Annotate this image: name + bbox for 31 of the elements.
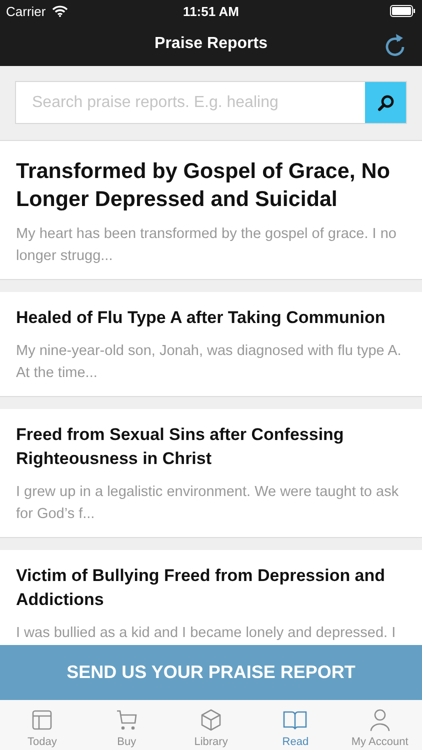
report-excerpt: My nine-year-old son, Jonah, was diagnosed with flu type A. At the time... xyxy=(16,342,402,383)
report-excerpt: My heart has been transformed by the gospel of grace. I no longer strugg... xyxy=(16,225,398,266)
status-time: 11:51 AM xyxy=(183,4,239,18)
search-icon xyxy=(376,94,394,112)
battery-icon xyxy=(390,5,416,17)
search-field[interactable]: Search praise reports. E.g. healing xyxy=(15,81,407,124)
refresh-icon[interactable] xyxy=(384,32,406,56)
report-card[interactable]: Transformed by Gospel of Grace, No Longer Depressed and Suicidal My heart has been transformed by the gospel of grace. I no longer strugg... xyxy=(0,141,422,280)
send-report-button[interactable]: SEND US YOUR PRAISE REPORT xyxy=(0,645,422,700)
report-card[interactable]: Healed of Flu Type A after Taking Communion My nine-year-old son, Jonah, was diagnosed with flu type A. At the time... xyxy=(0,292,422,397)
report-title: Victim of Bullying Freed from Depression and Addictions xyxy=(16,565,386,611)
report-title: Transformed by Gospel of Grace, No Longer Depressed and Suicidal xyxy=(16,158,391,213)
tab-item[interactable]: My Account xyxy=(338,700,422,750)
tab-item[interactable]: Read xyxy=(253,700,338,750)
cart-icon xyxy=(114,708,139,732)
report-excerpt: I was bullied as a kid and I became lonely and depressed. I xyxy=(16,624,397,643)
carrier-label: Carrier xyxy=(6,4,46,18)
report-excerpt: I grew up in a legalistic environment. We were taught to ask for God’s f... xyxy=(16,483,400,524)
report-card[interactable]: Victim of Bullying Freed from Depression and Addictions I was bullied as a kid and I became lonely and depressed. I xyxy=(0,550,422,645)
search-button[interactable] xyxy=(365,82,406,123)
screen-title: Praise Reports xyxy=(154,35,268,53)
layout-icon xyxy=(30,708,54,732)
wifi-icon xyxy=(52,5,68,17)
report-card[interactable]: Freed from Sexual Sins after Confessing Righteousness in Christ I grew up in a legalistic environment. We were taught to ask for God’s f... xyxy=(0,409,422,538)
report-title: Healed of Flu Type A after Taking Communion xyxy=(16,307,386,329)
tab-item[interactable]: Library xyxy=(168,700,254,750)
person-icon xyxy=(368,708,392,732)
report-title: Freed from Sexual Sins after Confessing Righteousness in Christ xyxy=(16,424,345,470)
tab-item[interactable]: Buy xyxy=(84,700,169,750)
tab-item[interactable]: Today xyxy=(0,700,84,750)
box-icon xyxy=(199,708,224,732)
